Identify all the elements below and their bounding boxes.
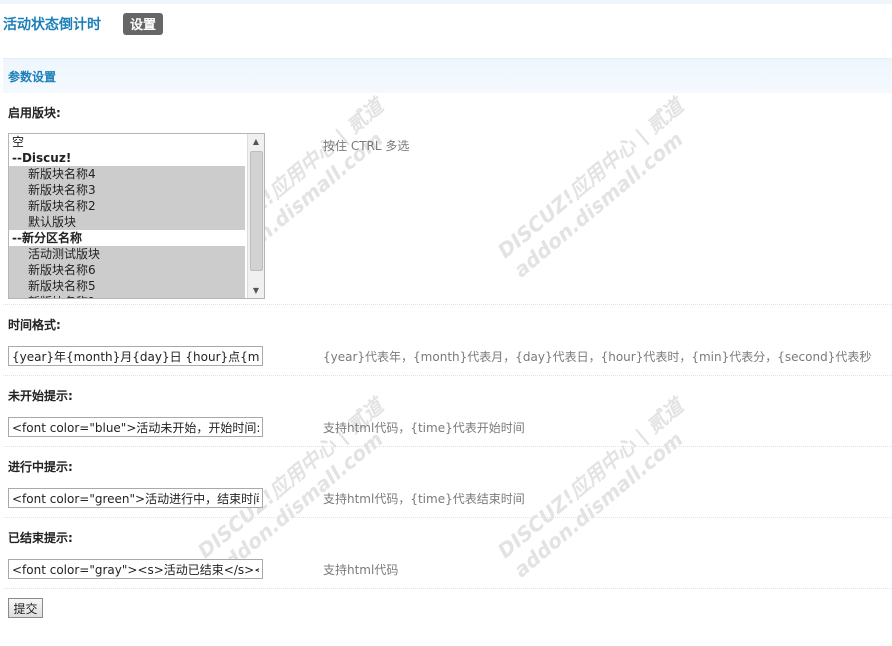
time-format-input[interactable] <box>8 346 263 366</box>
scroll-thumb[interactable] <box>250 151 263 271</box>
board-option[interactable]: 新版块名称4 <box>9 166 245 182</box>
board-option[interactable]: 新版块名称6 <box>9 262 245 278</box>
board-option[interactable]: 新版块名称3 <box>9 182 245 198</box>
not-started-input[interactable] <box>8 417 263 437</box>
not-started-hint: 支持html代码，{time}代表开始时间 <box>323 421 525 435</box>
divider <box>3 446 892 447</box>
not-started-label: 未开始提示: <box>8 389 73 403</box>
submit-button[interactable]: 提交 <box>8 598 43 618</box>
board-option[interactable]: --新分区名称 <box>9 230 245 246</box>
divider <box>3 517 892 518</box>
boards-options-list[interactable]: 空 --Discuz! 新版块名称4 新版块名称3 新版块名称2 默认版块 --新分区名称活… <box>9 134 245 298</box>
section-title: 参数设置 <box>8 70 57 84</box>
board-option[interactable]: 新版块名称1 <box>9 294 245 298</box>
scroll-down-icon[interactable]: ▼ <box>248 283 264 298</box>
watermark: DISCUZ!应用中心 | 贰道 addon.dismall.com <box>492 93 688 283</box>
time-format-hint: {year}代表年，{month}代表月，{day}代表日，{hour}代表时，… <box>323 350 872 364</box>
section-header: 参数设置 <box>3 58 892 93</box>
board-option[interactable]: 新版块名称5 <box>9 278 245 294</box>
boards-label: 启用版块: <box>8 106 61 120</box>
board-option[interactable]: 新版块名称2 <box>9 198 245 214</box>
boards-scrollbar[interactable]: ▲ ▼ <box>247 134 264 298</box>
page-header: 活动状态倒计时 设置 <box>3 12 164 36</box>
board-option[interactable]: --Discuz! <box>9 150 245 166</box>
boards-hint: 按住 CTRL 多选 <box>323 139 410 153</box>
divider <box>3 375 892 376</box>
ended-input[interactable] <box>8 559 263 579</box>
divider <box>3 304 892 305</box>
in-progress-label: 进行中提示: <box>8 460 73 474</box>
board-option[interactable]: 默认版块 <box>9 214 245 230</box>
divider <box>3 588 892 589</box>
scroll-up-icon[interactable]: ▲ <box>248 134 264 149</box>
ended-hint: 支持html代码 <box>323 563 399 577</box>
settings-button[interactable]: 设置 <box>123 13 164 35</box>
boards-multiselect[interactable]: 空 --Discuz! 新版块名称4 新版块名称3 新版块名称2 默认版块 --新分区名称活… <box>8 133 265 299</box>
in-progress-input[interactable] <box>8 488 263 508</box>
ended-label: 已结束提示: <box>8 531 73 545</box>
board-option[interactable]: 空 <box>9 134 245 150</box>
board-option[interactable]: 活动测试版块 <box>9 246 245 262</box>
in-progress-hint: 支持html代码，{time}代表结束时间 <box>323 492 525 506</box>
page-title: 活动状态倒计时 <box>3 17 101 33</box>
time-format-label: 时间格式: <box>8 318 61 332</box>
top-strip <box>0 0 892 4</box>
